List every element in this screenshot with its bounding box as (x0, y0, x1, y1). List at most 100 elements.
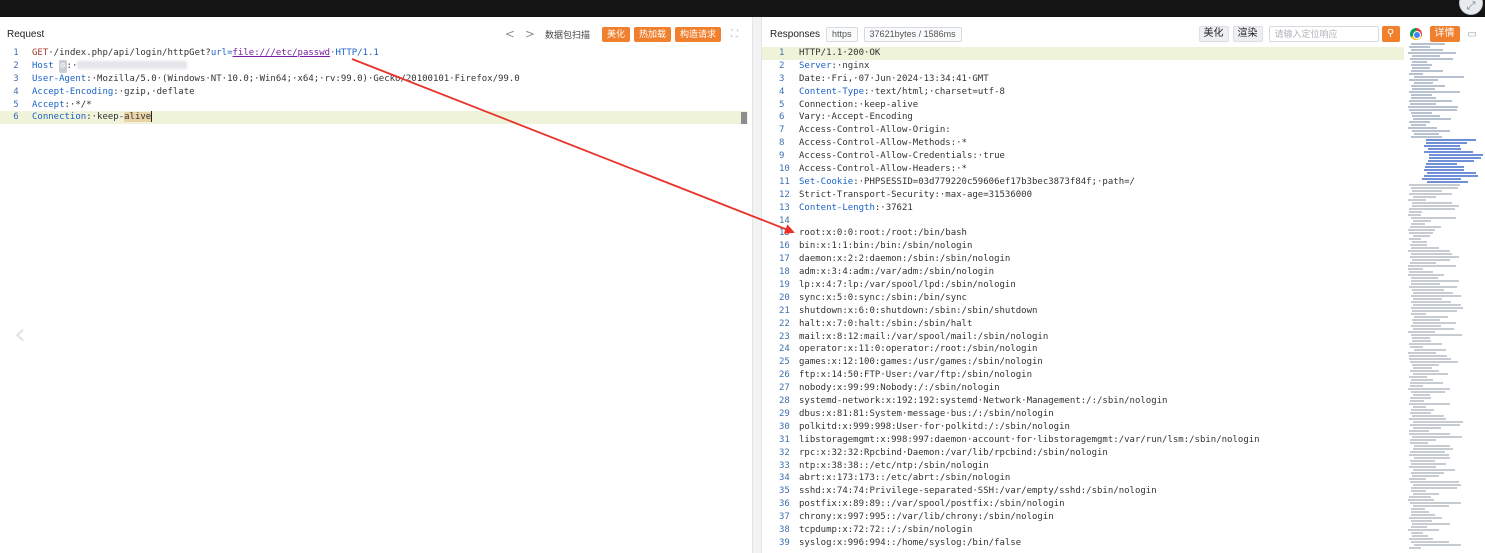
minimap-stroke (1408, 121, 1430, 123)
line-number: 7 (779, 125, 785, 136)
line-number: 8 (779, 138, 785, 149)
response-line: 22 halt:x:7:0:halt:/sbin:/sbin/halt (762, 318, 1404, 331)
minimap-stroke (1411, 364, 1440, 366)
minimap-stroke (1408, 199, 1427, 201)
minimap-stroke (1408, 286, 1457, 288)
response-line: 24 operator:x:11:0:operator:/root:/sbin/n… (762, 343, 1404, 356)
line-number: 3 (779, 73, 785, 84)
minimap-stroke (1410, 391, 1445, 393)
minimap-stroke (1425, 139, 1477, 141)
minimap-stroke (1412, 322, 1456, 324)
packet-scan-button[interactable]: 数据包扫描 (545, 28, 590, 41)
prev-arrow-icon[interactable]: < (505, 27, 515, 41)
minimap-stroke (1410, 187, 1458, 189)
minimap-stroke (1410, 253, 1453, 255)
response-line: 29 dbus:x:81:81:System·message·bus:/:/sbi… (762, 408, 1404, 421)
minimap-stroke (1410, 334, 1463, 336)
minimap-stroke (1408, 454, 1450, 456)
redacted-host (77, 61, 188, 70)
minimap-stroke (1412, 130, 1450, 132)
pane-splitter[interactable] (752, 17, 762, 553)
detail-button[interactable]: 详情 (1429, 26, 1460, 42)
minimap-stroke (1409, 343, 1443, 345)
hot-load-button[interactable]: 热加载 (633, 26, 671, 42)
minimap-stroke (1411, 520, 1433, 522)
minimap-stroke (1412, 88, 1436, 90)
construct-request-button[interactable]: 构造请求 (674, 26, 721, 42)
response-line: 17 daemon:x:2:2:daemon:/sbin:/sbin/nologi… (762, 253, 1404, 266)
response-title: Responses (770, 28, 821, 40)
response-editor[interactable]: 1 HTTP/1.1·200·OK 2 Server:·nginx 3 Date:·Fri… (762, 47, 1404, 550)
minimap-stroke (1408, 265, 1456, 267)
chevron-left-icon[interactable]: ‹ (14, 317, 26, 352)
line-number: 14 (779, 215, 790, 226)
response-line: 38 tcpdump:x:72:72::/:/sbin/nologin (762, 524, 1404, 537)
scrollbar-thumb[interactable] (741, 112, 747, 124)
response-line: 26 ftp:x:14:50:FTP·User:/var/ftp:/sbin/no… (762, 369, 1404, 382)
response-line: 3 Date:·Fri,·07·Jun·2024·13:34:41·GMT (762, 73, 1404, 86)
minimap-stroke (1410, 94, 1432, 96)
minimap-stroke (1408, 46, 1431, 48)
line-text: sshd:x:74:74:Privilege-separated·SSH:/va… (799, 486, 1157, 497)
response-line: 8 Access-Control-Allow-Methods:·* (762, 137, 1404, 150)
minimap-stroke (1408, 388, 1451, 390)
masked-badge-icon: ⊙ (59, 59, 67, 73)
render-button[interactable]: 渲染 (1232, 26, 1263, 42)
fullscreen-icon[interactable]: ⛶ (731, 29, 738, 40)
code-minimap[interactable] (1408, 43, 1484, 553)
line-number: 13 (779, 202, 790, 213)
minimap-stroke (1409, 91, 1461, 93)
minimap-stroke (1413, 394, 1430, 396)
line-number: 4 (779, 86, 785, 97)
minimap-stroke (1409, 442, 1429, 444)
search-icon[interactable]: ⚲ (1381, 26, 1400, 42)
minimap-stroke (1424, 145, 1461, 147)
chrome-icon[interactable] (1409, 28, 1422, 40)
minimap-stroke (1410, 256, 1460, 258)
next-arrow-icon[interactable]: > (525, 27, 535, 41)
line-number: 34 (779, 473, 790, 484)
minimap-stroke (1408, 376, 1428, 378)
line-number: 17 (779, 254, 790, 265)
code-line: 5 Accept:·*/* (13, 99, 92, 110)
comment-icon[interactable]: ▭ (1468, 29, 1477, 40)
minimap-stroke (1408, 106, 1458, 108)
response-line: 30 polkitd:x:999:998:User·for·polkitd:/:/… (762, 421, 1404, 434)
request-editor[interactable]: 1 GET·/index.php/api/login/httpGet?url=f… (0, 47, 748, 125)
minimap-stroke (1410, 43, 1446, 45)
minimap-stroke (1408, 352, 1436, 354)
minimap-stroke (1413, 292, 1453, 294)
minimap-stroke (1410, 313, 1426, 315)
minimap-stroke (1410, 103, 1437, 105)
minimap-stroke (1412, 304, 1462, 306)
minimap-stroke (1410, 370, 1439, 372)
minimap-stroke (1427, 172, 1476, 174)
response-pane: Responses https 37621bytes / 1586ms 美化 渲… (762, 17, 1485, 553)
line-text: Content-Type:·text/html;·charset=utf-8 (799, 86, 1005, 97)
minimap-stroke (1409, 211, 1423, 213)
response-line: 31 libstoragemgmt:x:998:997:daemon·accoun… (762, 434, 1404, 447)
minimap-stroke (1410, 481, 1460, 483)
line-number: 16 (779, 241, 790, 252)
minimap-stroke (1412, 67, 1431, 69)
minimap-stroke (1413, 220, 1431, 222)
minimap-stroke (1413, 298, 1442, 300)
beautify-button[interactable]: 美化 (601, 26, 630, 42)
expand-icon[interactable]: ⤢ (1459, 0, 1483, 15)
protocol-badge: https (826, 26, 858, 42)
request-header: Request < > 数据包扫描 美化 热加载 构造请求 ⛶ (0, 17, 752, 51)
minimap-stroke (1411, 337, 1431, 339)
line-number: 18 (779, 267, 790, 278)
response-line: 5 Connection:·keep-alive (762, 99, 1404, 112)
minimap-stroke (1409, 109, 1457, 111)
response-beautify-button[interactable]: 美化 (1198, 26, 1229, 42)
minimap-stroke (1412, 202, 1453, 204)
line-text: ftp:x:14:50:FTP·User:/var/ftp:/sbin/nolo… (799, 370, 1032, 381)
minimap-stroke (1410, 382, 1443, 384)
response-search-input[interactable] (1268, 26, 1379, 42)
response-line: 18 adm:x:3:4:adm:/var/adm:/sbin/nologin (762, 266, 1404, 279)
response-line: 11 Set-Cookie:·PHPSESSID=03d779220c59606e… (762, 176, 1404, 189)
minimap-stroke (1410, 64, 1433, 66)
minimap-stroke (1409, 208, 1455, 210)
minimap-stroke (1411, 325, 1441, 327)
